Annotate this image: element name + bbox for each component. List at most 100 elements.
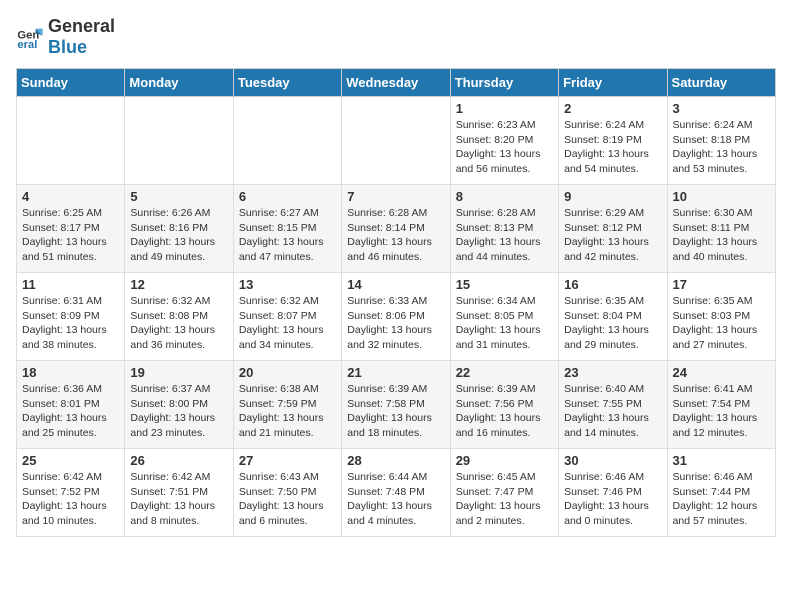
day-info: Sunrise: 6:46 AM Sunset: 7:46 PM Dayligh… [564, 470, 661, 529]
svg-text:eral: eral [17, 39, 37, 51]
day-number: 14 [347, 277, 444, 292]
day-info: Sunrise: 6:44 AM Sunset: 7:48 PM Dayligh… [347, 470, 444, 529]
day-info: Sunrise: 6:30 AM Sunset: 8:11 PM Dayligh… [673, 206, 770, 265]
day-cell: 23 Sunrise: 6:40 AM Sunset: 7:55 PM Dayli… [559, 361, 667, 449]
day-cell: 14 Sunrise: 6:33 AM Sunset: 8:06 PM Dayli… [342, 273, 450, 361]
header-row: SundayMondayTuesdayWednesdayThursdayFrid… [17, 69, 776, 97]
day-info: Sunrise: 6:40 AM Sunset: 7:55 PM Dayligh… [564, 382, 661, 441]
week-row-4: 25 Sunrise: 6:42 AM Sunset: 7:52 PM Dayli… [17, 449, 776, 537]
day-number: 29 [456, 453, 553, 468]
day-cell: 24 Sunrise: 6:41 AM Sunset: 7:54 PM Dayli… [667, 361, 775, 449]
day-cell [17, 97, 125, 185]
day-number: 1 [456, 101, 553, 116]
day-cell: 13Sunrise: 6:32 AM Sunset: 8:07 PM Dayli… [233, 273, 341, 361]
header-cell-sunday: Sunday [17, 69, 125, 97]
day-info: Sunrise: 6:33 AM Sunset: 8:06 PM Dayligh… [347, 294, 444, 353]
day-cell: 11 Sunrise: 6:31 AM Sunset: 8:09 PM Dayli… [17, 273, 125, 361]
header-cell-thursday: Thursday [450, 69, 558, 97]
day-cell: 2Sunrise: 6:24 AM Sunset: 8:19 PM Daylig… [559, 97, 667, 185]
day-number: 15 [456, 277, 553, 292]
day-number: 23 [564, 365, 661, 380]
day-cell: 17Sunrise: 6:35 AM Sunset: 8:03 PM Dayli… [667, 273, 775, 361]
day-number: 16 [564, 277, 661, 292]
logo-icon: Gen eral [16, 23, 44, 51]
day-cell: 10 Sunrise: 6:30 AM Sunset: 8:11 PM Dayli… [667, 185, 775, 273]
day-number: 19 [130, 365, 227, 380]
day-number: 10 [673, 189, 770, 204]
day-cell: 26Sunrise: 6:42 AM Sunset: 7:51 PM Dayli… [125, 449, 233, 537]
header-cell-friday: Friday [559, 69, 667, 97]
logo-blue: Blue [48, 37, 115, 58]
day-cell: 16 Sunrise: 6:35 AM Sunset: 8:04 PM Dayli… [559, 273, 667, 361]
day-cell: 1 Sunrise: 6:23 AM Sunset: 8:20 PM Daylig… [450, 97, 558, 185]
day-number: 28 [347, 453, 444, 468]
day-info: Sunrise: 6:24 AM Sunset: 8:19 PM Dayligh… [564, 118, 661, 177]
logo-general: General [48, 16, 115, 37]
logo: Gen eral General Blue [16, 16, 115, 58]
day-cell: 20Sunrise: 6:38 AM Sunset: 7:59 PM Dayli… [233, 361, 341, 449]
header-cell-wednesday: Wednesday [342, 69, 450, 97]
day-cell: 22 Sunrise: 6:39 AM Sunset: 7:56 PM Dayli… [450, 361, 558, 449]
day-number: 11 [22, 277, 119, 292]
day-cell: 21 Sunrise: 6:39 AM Sunset: 7:58 PM Dayli… [342, 361, 450, 449]
day-info: Sunrise: 6:31 AM Sunset: 8:09 PM Dayligh… [22, 294, 119, 353]
day-cell: 8 Sunrise: 6:28 AM Sunset: 8:13 PM Daylig… [450, 185, 558, 273]
day-number: 20 [239, 365, 336, 380]
day-number: 26 [130, 453, 227, 468]
day-number: 27 [239, 453, 336, 468]
day-number: 22 [456, 365, 553, 380]
day-info: Sunrise: 6:24 AM Sunset: 8:18 PM Dayligh… [673, 118, 770, 177]
day-cell: 9 Sunrise: 6:29 AM Sunset: 8:12 PM Daylig… [559, 185, 667, 273]
day-number: 17 [673, 277, 770, 292]
day-info: Sunrise: 6:37 AM Sunset: 8:00 PM Dayligh… [130, 382, 227, 441]
day-info: Sunrise: 6:35 AM Sunset: 8:04 PM Dayligh… [564, 294, 661, 353]
day-cell: 27 Sunrise: 6:43 AM Sunset: 7:50 PM Dayli… [233, 449, 341, 537]
day-info: Sunrise: 6:34 AM Sunset: 8:05 PM Dayligh… [456, 294, 553, 353]
day-info: Sunrise: 6:39 AM Sunset: 7:56 PM Dayligh… [456, 382, 553, 441]
header-cell-monday: Monday [125, 69, 233, 97]
day-cell: 25 Sunrise: 6:42 AM Sunset: 7:52 PM Dayli… [17, 449, 125, 537]
day-info: Sunrise: 6:43 AM Sunset: 7:50 PM Dayligh… [239, 470, 336, 529]
day-info: Sunrise: 6:41 AM Sunset: 7:54 PM Dayligh… [673, 382, 770, 441]
day-cell: 5 Sunrise: 6:26 AM Sunset: 8:16 PM Daylig… [125, 185, 233, 273]
day-cell: 3Sunrise: 6:24 AM Sunset: 8:18 PM Daylig… [667, 97, 775, 185]
week-row-0: 1 Sunrise: 6:23 AM Sunset: 8:20 PM Daylig… [17, 97, 776, 185]
day-number: 30 [564, 453, 661, 468]
day-info: Sunrise: 6:39 AM Sunset: 7:58 PM Dayligh… [347, 382, 444, 441]
day-info: Sunrise: 6:28 AM Sunset: 8:13 PM Dayligh… [456, 206, 553, 265]
day-number: 4 [22, 189, 119, 204]
day-number: 5 [130, 189, 227, 204]
day-cell: 15 Sunrise: 6:34 AM Sunset: 8:05 PM Dayli… [450, 273, 558, 361]
calendar-table: SundayMondayTuesdayWednesdayThursdayFrid… [16, 68, 776, 537]
day-number: 31 [673, 453, 770, 468]
day-cell: 7Sunrise: 6:28 AM Sunset: 8:14 PM Daylig… [342, 185, 450, 273]
day-info: Sunrise: 6:26 AM Sunset: 8:16 PM Dayligh… [130, 206, 227, 265]
day-number: 8 [456, 189, 553, 204]
day-cell: 28 Sunrise: 6:44 AM Sunset: 7:48 PM Dayli… [342, 449, 450, 537]
day-cell: 6Sunrise: 6:27 AM Sunset: 8:15 PM Daylig… [233, 185, 341, 273]
day-number: 7 [347, 189, 444, 204]
day-info: Sunrise: 6:36 AM Sunset: 8:01 PM Dayligh… [22, 382, 119, 441]
day-number: 25 [22, 453, 119, 468]
day-number: 21 [347, 365, 444, 380]
day-info: Sunrise: 6:27 AM Sunset: 8:15 PM Dayligh… [239, 206, 336, 265]
day-info: Sunrise: 6:25 AM Sunset: 8:17 PM Dayligh… [22, 206, 119, 265]
day-cell: 19 Sunrise: 6:37 AM Sunset: 8:00 PM Dayli… [125, 361, 233, 449]
day-info: Sunrise: 6:42 AM Sunset: 7:52 PM Dayligh… [22, 470, 119, 529]
day-cell: 29 Sunrise: 6:45 AM Sunset: 7:47 PM Dayli… [450, 449, 558, 537]
day-info: Sunrise: 6:23 AM Sunset: 8:20 PM Dayligh… [456, 118, 553, 177]
day-info: Sunrise: 6:32 AM Sunset: 8:08 PM Dayligh… [130, 294, 227, 353]
day-number: 9 [564, 189, 661, 204]
header-cell-saturday: Saturday [667, 69, 775, 97]
week-row-2: 11 Sunrise: 6:31 AM Sunset: 8:09 PM Dayli… [17, 273, 776, 361]
day-info: Sunrise: 6:29 AM Sunset: 8:12 PM Dayligh… [564, 206, 661, 265]
week-row-3: 18 Sunrise: 6:36 AM Sunset: 8:01 PM Dayli… [17, 361, 776, 449]
day-cell [342, 97, 450, 185]
day-number: 18 [22, 365, 119, 380]
day-cell: 12 Sunrise: 6:32 AM Sunset: 8:08 PM Dayli… [125, 273, 233, 361]
day-info: Sunrise: 6:45 AM Sunset: 7:47 PM Dayligh… [456, 470, 553, 529]
day-number: 24 [673, 365, 770, 380]
day-number: 12 [130, 277, 227, 292]
day-cell: 31Sunrise: 6:46 AM Sunset: 7:44 PM Dayli… [667, 449, 775, 537]
day-cell [125, 97, 233, 185]
